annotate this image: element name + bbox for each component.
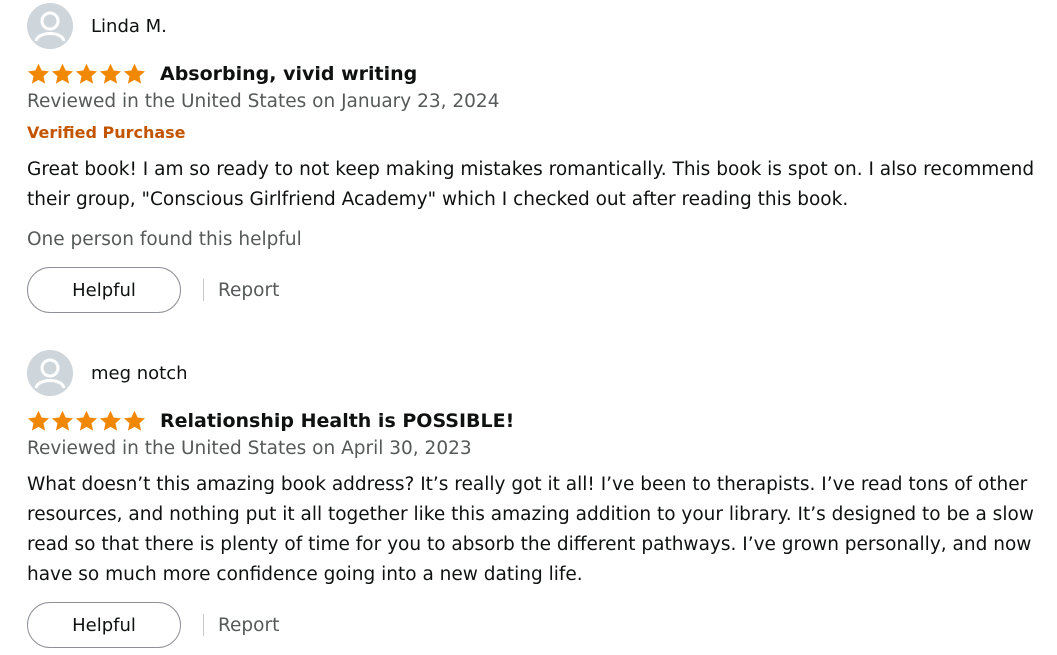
user-silhouette-icon xyxy=(27,350,73,396)
star-icon xyxy=(123,410,146,431)
review-body: What doesn’t this amazing book address? … xyxy=(27,474,1034,585)
reviewer-profile[interactable]: Linda M. xyxy=(27,3,167,49)
review-body: Great book! I am so ready to not keep ma… xyxy=(27,159,1035,210)
user-silhouette-icon xyxy=(27,3,73,49)
review-actions: Helpful Report xyxy=(27,602,279,648)
divider xyxy=(203,614,204,636)
star-icon xyxy=(99,63,122,84)
review-date: Reviewed in the United States on January… xyxy=(27,91,500,112)
star-icon xyxy=(123,63,146,84)
star-icon xyxy=(75,63,98,84)
star-icon xyxy=(27,63,50,84)
helpful-button[interactable]: Helpful xyxy=(27,602,181,648)
star-icon xyxy=(99,410,122,431)
review-title[interactable]: Relationship Health is POSSIBLE! xyxy=(160,410,514,432)
report-link[interactable]: Report xyxy=(218,615,279,636)
star-rating[interactable] xyxy=(27,63,146,85)
star-rating[interactable] xyxy=(27,410,146,432)
review-actions: Helpful Report xyxy=(27,267,279,313)
rating-row: Absorbing, vivid writing xyxy=(27,60,417,88)
helpful-count: One person found this helpful xyxy=(27,229,302,250)
review-title[interactable]: Absorbing, vivid writing xyxy=(160,63,417,85)
reviewer-profile[interactable]: meg notch xyxy=(27,350,188,396)
star-icon xyxy=(51,410,74,431)
review-date: Reviewed in the United States on April 3… xyxy=(27,438,472,459)
divider xyxy=(203,279,204,301)
verified-purchase-badge[interactable]: Verified Purchase xyxy=(27,123,186,142)
report-link[interactable]: Report xyxy=(218,280,279,301)
rating-row: Relationship Health is POSSIBLE! xyxy=(27,407,514,435)
avatar xyxy=(27,3,73,49)
star-icon xyxy=(27,410,50,431)
helpful-button[interactable]: Helpful xyxy=(27,267,181,313)
star-icon xyxy=(51,63,74,84)
avatar xyxy=(27,350,73,396)
reviewer-name: Linda M. xyxy=(91,15,167,37)
reviewer-name: meg notch xyxy=(91,362,188,384)
star-icon xyxy=(75,410,98,431)
